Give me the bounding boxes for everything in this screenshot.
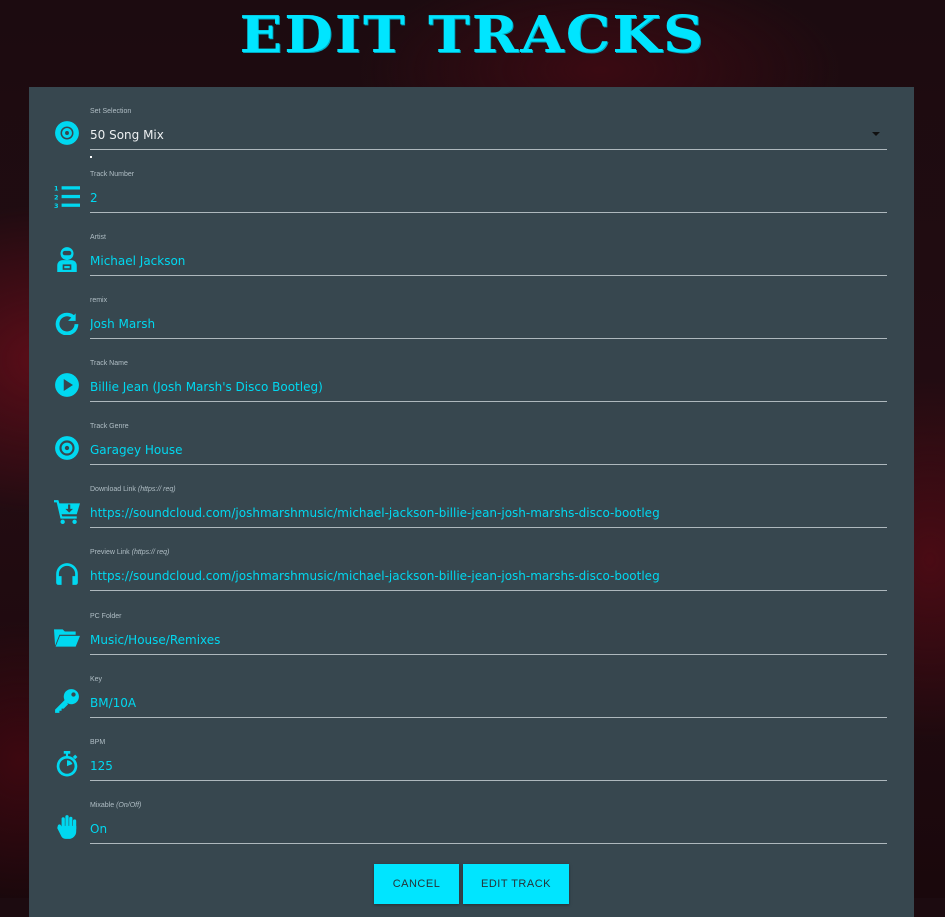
set-selection-field[interactable]: Set Selection 50 Song Mix [29,87,914,158]
track-genre-label: Track Genre [90,423,129,430]
artist-input[interactable]: Michael Jackson [90,254,886,268]
track-name-label: Track Name [90,360,128,367]
svg-text:1: 1 [54,185,59,193]
vinyl-disc-icon [54,120,80,146]
set-selection-select[interactable]: 50 Song Mix [90,128,886,142]
mixable-underline [90,843,887,844]
artist-field[interactable]: Artist Michael Jackson [29,213,914,276]
mixable-input[interactable]: On [90,822,886,836]
download-link-field[interactable]: Download Link (https:// req) https://sou… [29,465,914,528]
cancel-button[interactable]: CANCEL [374,864,459,904]
preview-link-underline [90,590,887,591]
remix-field[interactable]: remix Josh Marsh [29,276,914,339]
bpm-input[interactable]: 125 [90,759,886,773]
download-link-label: Download Link (https:// req) [90,486,176,493]
key-label: Key [90,676,103,683]
astronaut-icon [54,246,80,272]
remix-input[interactable]: Josh Marsh [90,317,886,331]
track-name-field[interactable]: Track Name Billie Jean (Josh Marsh's Dis… [29,339,914,402]
play-circle-icon [54,372,80,398]
page-title: EDIT TRACKS [239,5,706,65]
preview-link-field[interactable]: Preview Link (https:// req) https://soun… [29,528,914,591]
track-number-input[interactable]: 2 [90,191,886,205]
track-number-label: Track Number [90,171,135,178]
mixable-label: Mixable (On/Off) [90,802,142,809]
track-number-field[interactable]: 123 Track Number 2 [29,150,914,213]
set-selection-label: Set Selection [90,108,132,115]
edit-track-form: Set Selection 50 Song Mix 123 Track Numb… [29,87,914,917]
artist-label: Artist [90,234,106,241]
key-input[interactable]: BM/10A [90,696,886,710]
key-icon [54,688,80,714]
pc-folder-label: PC Folder [90,613,122,620]
headphones-icon [54,561,80,587]
pc-folder-field[interactable]: PC Folder Music/House/Remixes [29,592,914,655]
folder-open-icon [54,625,80,651]
chevron-down-icon[interactable] [872,132,880,136]
edit-track-button[interactable]: EDIT TRACK [463,864,569,904]
preview-link-label: Preview Link (https:// req) [90,549,170,556]
bpm-field[interactable]: BPM 125 [29,718,914,781]
stopwatch-icon [54,751,80,777]
svg-text:3: 3 [54,202,59,209]
track-genre-field[interactable]: Track Genre Garagey House [29,402,914,465]
pc-folder-input[interactable]: Music/House/Remixes [90,633,886,647]
track-name-input[interactable]: Billie Jean (Josh Marsh's Disco Bootleg) [90,380,886,394]
svg-text:2: 2 [54,193,59,201]
remix-label: remix [90,297,108,304]
preview-link-input[interactable]: https://soundcloud.com/joshmarshmusic/mi… [90,569,886,583]
numbered-list-icon: 123 [54,183,80,209]
key-field[interactable]: Key BM/10A [29,655,914,718]
redo-arrow-icon [54,309,80,335]
record-disc-icon [54,435,80,461]
hand-icon [54,814,80,840]
mixable-field[interactable]: Mixable (On/Off) On [29,781,914,844]
track-genre-input[interactable]: Garagey House [90,443,886,457]
download-link-input[interactable]: https://soundcloud.com/joshmarshmusic/mi… [90,506,886,520]
cart-download-icon [54,498,80,524]
bpm-label: BPM [90,739,106,746]
